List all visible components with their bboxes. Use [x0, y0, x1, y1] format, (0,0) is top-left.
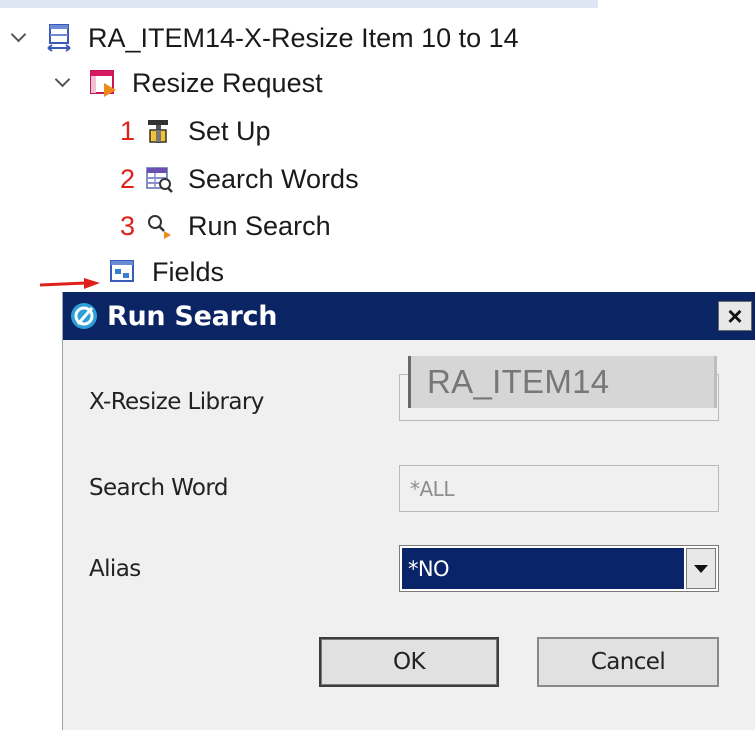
search-word-field[interactable]: *ALL — [399, 465, 719, 512]
step-label: Set Up — [188, 115, 271, 146]
ok-button[interactable]: OK — [319, 637, 499, 687]
alias-selected-value: *NO — [402, 548, 684, 589]
step-number: 1 — [120, 115, 136, 146]
chevron-down-icon[interactable] — [8, 27, 30, 49]
fields-icon — [108, 257, 138, 287]
dialog-titlebar[interactable]: Run Search × — [63, 292, 755, 340]
library-label: X-Resize Library — [89, 389, 264, 415]
tree-item-root-label: RA_ITEM14-X-Resize Item 10 to 14 — [88, 22, 519, 53]
tree-item-step-2[interactable]: 2 Search Words — [120, 159, 359, 199]
annotation-arrow-icon — [40, 278, 100, 289]
step-number: 3 — [120, 210, 136, 241]
app-logo-icon — [71, 303, 97, 329]
tree-item-resize-request-label: Resize Request — [132, 67, 323, 98]
run-search-dialog: Run Search × X-Resize Library RA_ITEM14 … — [62, 292, 755, 730]
search-words-icon — [144, 164, 174, 194]
step-label: Run Search — [188, 210, 331, 241]
tree-item-root[interactable]: RA_ITEM14-X-Resize Item 10 to 14 — [8, 18, 519, 58]
step-label: Search Words — [188, 163, 359, 194]
search-word-label: Search Word — [89, 475, 228, 501]
alias-select[interactable]: *NO — [399, 545, 719, 592]
setup-icon — [144, 116, 174, 146]
dropdown-arrow-icon[interactable] — [686, 548, 716, 589]
alias-label: Alias — [89, 556, 141, 582]
library-value: RA_ITEM14 — [408, 356, 717, 408]
resize-item-icon — [44, 23, 74, 53]
tree-item-step-3[interactable]: 3 Run Search — [120, 206, 331, 246]
tree-item-fields[interactable]: Fields — [108, 252, 224, 292]
close-button[interactable]: × — [718, 301, 752, 331]
chevron-down-icon[interactable] — [52, 72, 74, 94]
cancel-button[interactable]: Cancel — [537, 637, 719, 687]
step-number: 2 — [120, 163, 136, 194]
tree-item-resize-request[interactable]: Resize Request — [52, 63, 323, 103]
tree-item-step-1[interactable]: 1 Set Up — [120, 111, 271, 151]
tree-item-fields-label: Fields — [152, 256, 225, 287]
resize-request-icon — [88, 68, 118, 98]
dialog-title: Run Search — [107, 300, 278, 332]
run-search-icon — [144, 211, 174, 241]
top-strip — [0, 0, 598, 8]
